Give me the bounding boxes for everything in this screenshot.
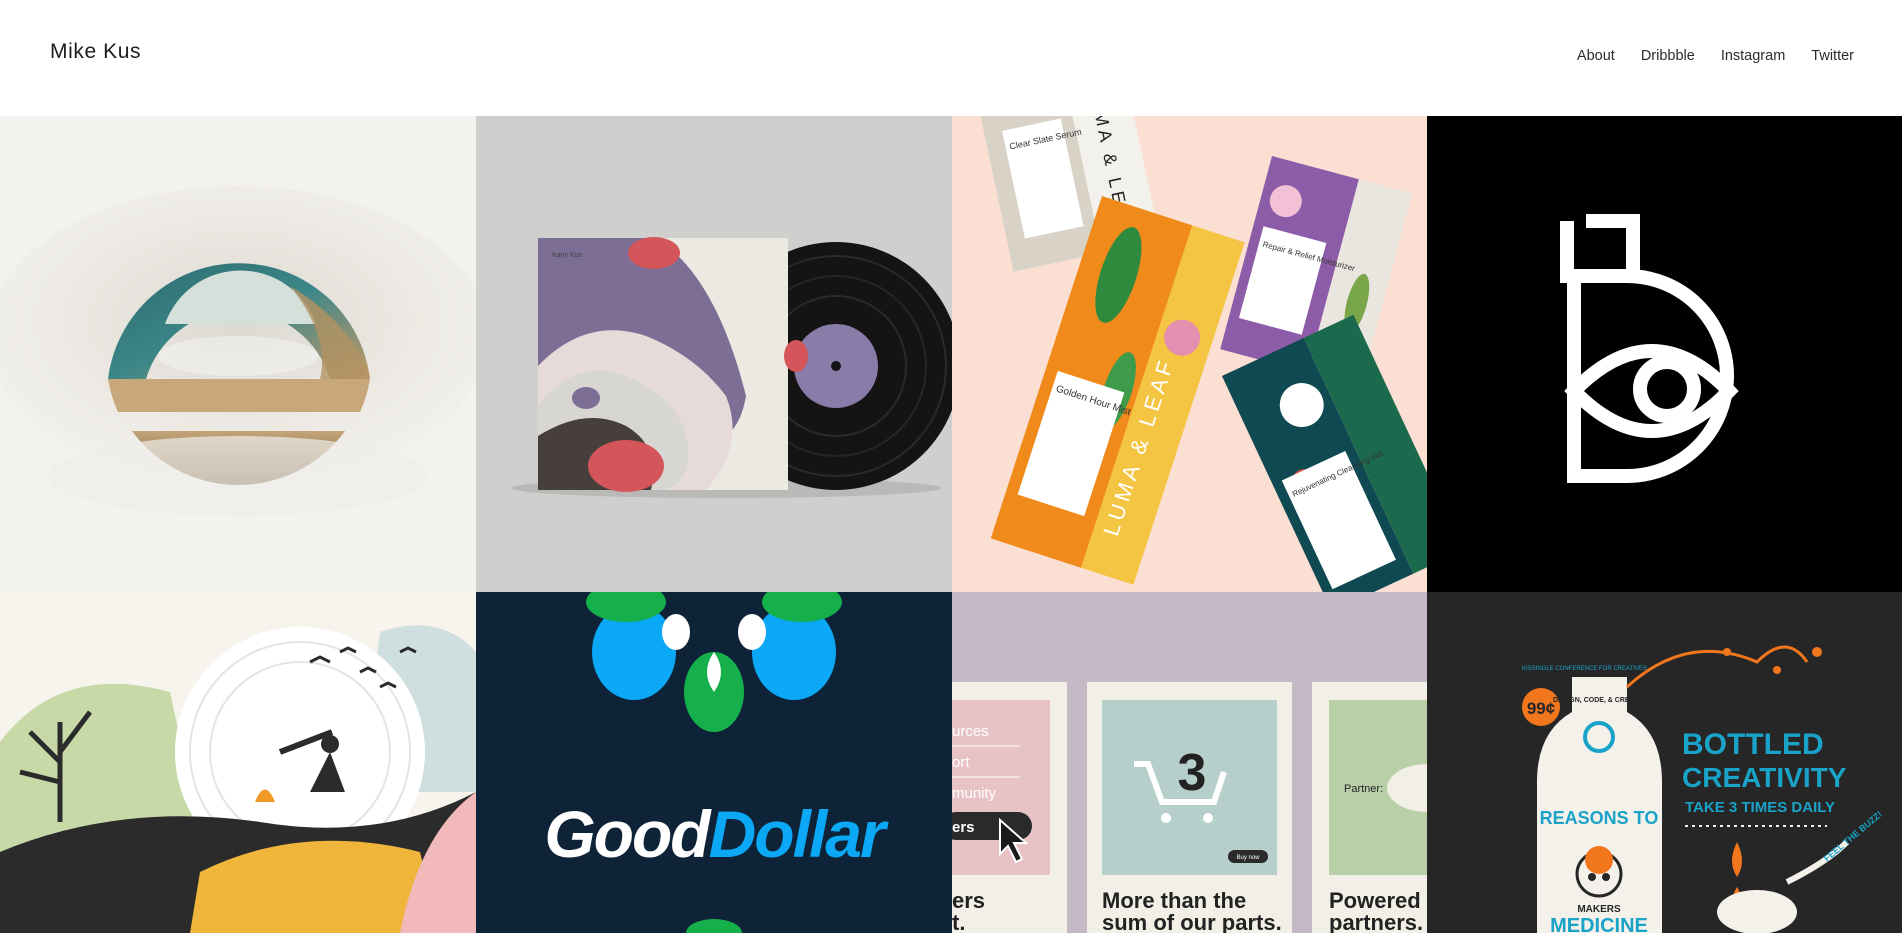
vinyl-artwork: Kany Kus (476, 116, 952, 592)
project-sea-circle[interactable] (0, 116, 476, 592)
card1-caption-2: t. (952, 910, 965, 933)
poster-top-small: KISSINGLE CONFERENCE FOR CREATIVES (1522, 666, 1647, 672)
nav-instagram[interactable]: Instagram (1721, 48, 1785, 64)
site-logo[interactable]: Mike Kus (50, 40, 141, 64)
project-luma-leaf-packaging[interactable]: Clear Slate Serum LUMA & LEAF Golden Hou… (952, 116, 1427, 592)
cart-count: 3 (1178, 744, 1207, 802)
sea-circle-artwork (0, 116, 476, 592)
poster-reasons: REASONS TO (1540, 808, 1659, 828)
site-header: Mike Kus About Dribbble Instagram Twitte… (0, 0, 1902, 116)
project-landscape-illustration[interactable] (0, 592, 476, 933)
landscape-artwork (0, 592, 476, 933)
nav-twitter[interactable]: Twitter (1811, 48, 1854, 64)
card2-caption-2: sum of our parts. (1102, 910, 1282, 933)
eye-logo-mark (1427, 116, 1902, 592)
poster-medicine: MEDICINE (1550, 915, 1648, 933)
partner-label: Partner: (1344, 783, 1383, 795)
cards-artwork: urces ort munity ers ers t. 3 Buy now Mo… (952, 592, 1427, 933)
project-gooddollar-logo[interactable]: GoodDollar (476, 592, 952, 933)
project-eye-logo[interactable] (1427, 116, 1902, 592)
gooddollar-artwork: GoodDollar (476, 592, 952, 933)
poster-subline: TAKE 3 TIMES DAILY (1685, 799, 1835, 816)
nav-dribbble[interactable]: Dribbble (1641, 48, 1695, 64)
card1-list-3: munity (952, 785, 997, 802)
main-nav: About Dribbble Instagram Twitter (1577, 48, 1854, 64)
poster-makers: MAKERS (1577, 904, 1621, 915)
gooddollar-wordmark: GoodDollar (544, 797, 889, 871)
card1-list-1: urces (952, 723, 989, 740)
portfolio-grid: Kany Kus Clear Slate Serum LUMA & LEAF G… (0, 116, 1902, 933)
card1-list-2: ort (952, 754, 970, 771)
project-vinyl-record[interactable]: Kany Kus (476, 116, 952, 592)
project-bottled-creativity-poster[interactable]: KISSINGLE CONFERENCE FOR CREATIVES 99¢ D… (1427, 592, 1902, 933)
nav-about[interactable]: About (1577, 48, 1615, 64)
gooddollar-dollar: Dollar (709, 797, 889, 871)
project-website-cards[interactable]: urces ort munity ers ers t. 3 Buy now Mo… (952, 592, 1427, 933)
poster-headline-2: CREATIVITY (1682, 762, 1847, 793)
buy-now-label: Buy now (1236, 855, 1260, 861)
poster-bottle-text: DESIGN, CODE, & CREATE. (1553, 697, 1645, 704)
poster-badge: 99¢ (1527, 699, 1556, 718)
gooddollar-good: Good (544, 797, 712, 871)
poster-artwork: KISSINGLE CONFERENCE FOR CREATIVES 99¢ D… (1427, 592, 1902, 933)
packaging-artwork: Clear Slate Serum LUMA & LEAF Golden Hou… (952, 116, 1427, 592)
card1-list-4: ers (952, 819, 975, 836)
poster-headline-1: BOTTLED (1682, 728, 1824, 761)
vinyl-cover-text: Kany Kus (552, 252, 582, 259)
card3-caption-2: partners. (1329, 910, 1423, 933)
